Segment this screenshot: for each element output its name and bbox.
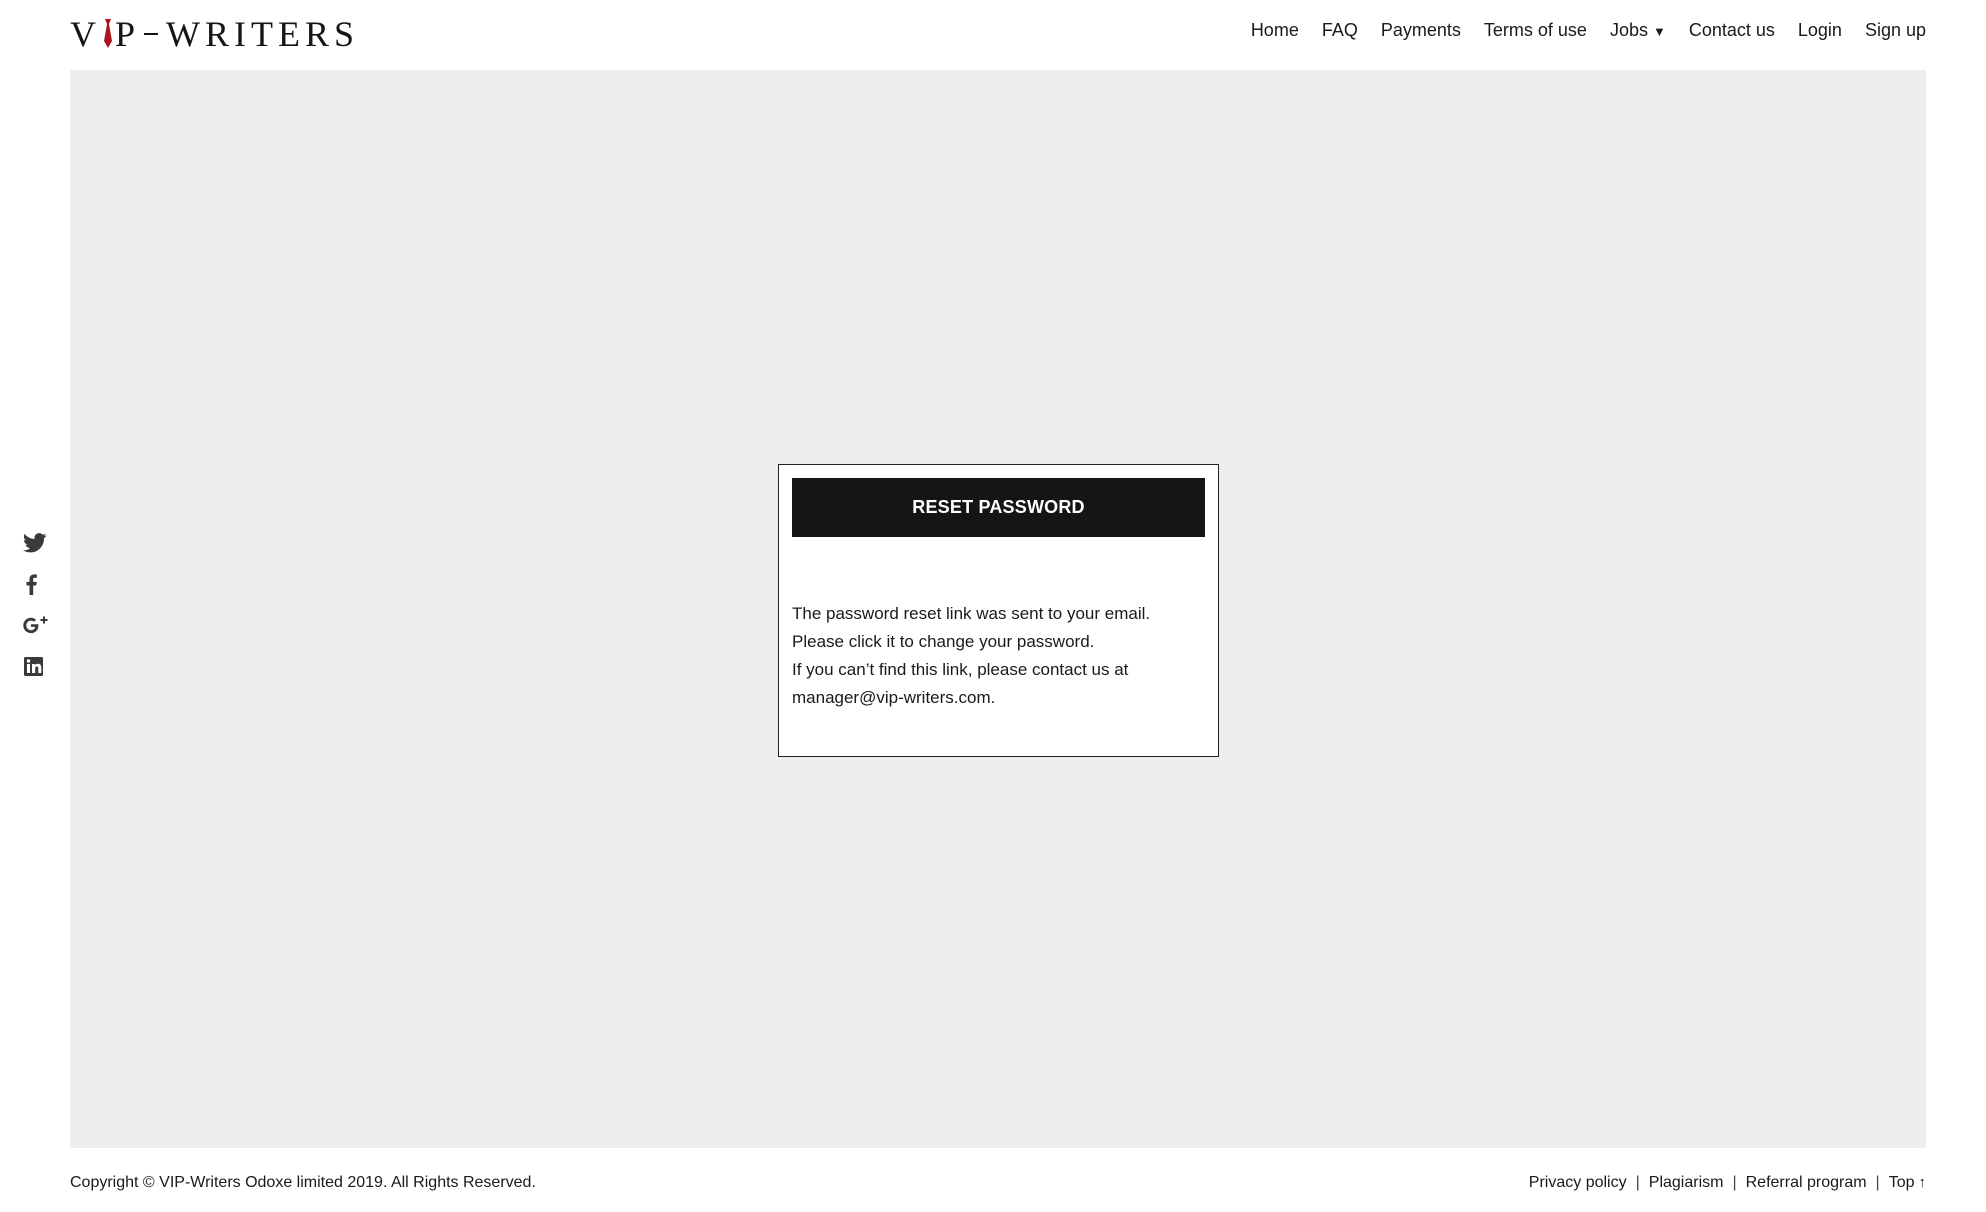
social-sidebar [23,533,49,697]
twitter-icon[interactable] [23,533,47,557]
tie-icon [102,19,114,49]
nav-terms-of-use[interactable]: Terms of use [1484,20,1587,41]
footer-top-label: Top [1888,1174,1915,1191]
footer-separator: | [1635,1174,1640,1191]
nav-jobs-label: Jobs [1609,20,1648,40]
footer-links: Privacy policy | Plagiarism | Referral p… [1529,1174,1926,1192]
footer-separator: | [1875,1174,1880,1191]
message-line-email: manager@vip-writers.com. [792,688,996,707]
card-title: RESET PASSWORD [792,478,1205,537]
nav-contact-us[interactable]: Contact us [1689,20,1775,41]
card-message: The password reset link was sent to your… [792,600,1212,712]
logo-letter-v: V [70,14,101,54]
footer-link-top[interactable]: Top ↑ [1889,1174,1926,1192]
caret-down-icon: ▼ [1652,23,1666,39]
site-logo[interactable]: V P WRITERS [70,12,359,56]
logo-letter-p: P [115,14,141,54]
footer-link-referral-program[interactable]: Referral program [1746,1174,1867,1192]
message-line: Please click it to change your password. [792,632,1095,651]
message-line: If you can’t find this link, please cont… [792,660,1129,679]
main-nav: Home FAQ Payments Terms of use Jobs ▼ Con… [1251,20,1926,41]
facebook-icon[interactable] [23,574,47,598]
site-header: V P WRITERS Home FAQ Payments Terms of u… [70,0,1926,70]
message-line: The password reset link was sent to your… [792,604,1151,623]
nav-home[interactable]: Home [1251,20,1299,41]
nav-jobs-dropdown[interactable]: Jobs ▼ [1610,20,1666,41]
site-footer: Copyright © VIP-Writers Odoxe limited 20… [70,1148,1926,1212]
copyright-text: Copyright © VIP-Writers Odoxe limited 20… [70,1174,536,1191]
footer-separator: | [1732,1174,1737,1191]
main-content: RESET PASSWORD The password reset link w… [70,70,1926,1148]
footer-link-privacy-policy[interactable]: Privacy policy [1529,1174,1627,1192]
linkedin-icon[interactable] [23,656,47,680]
nav-login[interactable]: Login [1798,20,1842,41]
nav-payments[interactable]: Payments [1381,20,1461,41]
nav-sign-up[interactable]: Sign up [1865,20,1926,41]
footer-link-plagiarism[interactable]: Plagiarism [1649,1174,1724,1192]
arrow-up-icon: ↑ [1918,1174,1927,1191]
google-plus-icon[interactable] [23,615,48,639]
logo-writers: WRITERS [166,14,360,54]
reset-password-card: RESET PASSWORD The password reset link w… [778,464,1219,757]
nav-faq[interactable]: FAQ [1322,20,1358,41]
logo-dash [144,33,159,35]
